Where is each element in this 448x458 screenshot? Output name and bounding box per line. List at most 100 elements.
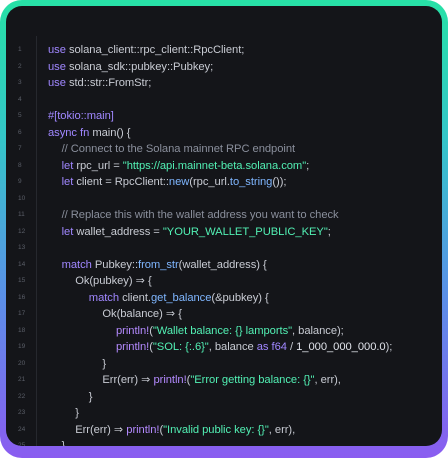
code-token: , balance); — [292, 324, 344, 337]
code-block: 1 use solana_client::rpc_client::RpcClien… — [6, 42, 442, 446]
code-token: (wallet_address) { — [178, 258, 267, 271]
code-line: 6 async fn main() { — [6, 125, 442, 142]
line-number: 1 — [18, 46, 22, 53]
code-text: match client.get_balance(&pubkey) { — [89, 290, 269, 307]
line-number: 22 — [18, 392, 26, 400]
code-token: Ok(pubkey) ⇒ { — [75, 275, 152, 287]
code-token: client. — [122, 291, 151, 304]
code-token: match — [61, 258, 95, 271]
line-number: 5 — [18, 112, 22, 119]
line-number: 2 — [18, 62, 22, 70]
code-token: } — [75, 407, 79, 419]
code-token: "Invalid public key: {}" — [163, 423, 269, 436]
code-token: get_balance — [150, 291, 212, 304]
code-text: Err(err) ⇒ println!("Invalid public key:… — [75, 422, 295, 439]
code-text: Err(err) ⇒ println!("Error getting balan… — [102, 372, 341, 389]
code-token: new — [168, 176, 190, 188]
line-number: 11 — [18, 211, 25, 218]
code-line: 23} — [6, 405, 442, 422]
line-number: 24 — [18, 425, 26, 433]
code-token: 1_000_000_000.0 — [296, 341, 386, 353]
code-token: / — [286, 341, 297, 353]
line-number: 12 — [18, 227, 26, 235]
code-line: 18 println!("Wallet balance: {} lamports"… — [6, 323, 442, 340]
code-token: , err), — [314, 374, 341, 386]
code-token: ; — [327, 225, 331, 238]
code-token: solana_client::rpc_client::RpcClient; — [68, 44, 245, 56]
code-token: , balance — [208, 341, 257, 353]
code-editor-panel: 1 use solana_client::rpc_client::RpcClien… — [6, 6, 442, 446]
code-line: 25} — [6, 438, 442, 446]
line-number: 20 — [18, 359, 26, 367]
line-number: 9 — [18, 178, 22, 185]
line-number: 17 — [18, 310, 26, 317]
code-token: "Wallet balance: {} lamports" — [152, 324, 293, 337]
code-token: #[tokio::main] — [48, 110, 114, 122]
code-token: use — [48, 77, 69, 89]
code-token: from_str — [138, 258, 179, 271]
code-token: println! — [116, 324, 150, 337]
code-token: println! — [153, 374, 187, 386]
code-token: "https://api.mainnet-beta.solana.com" — [122, 159, 307, 172]
code-line: 7 // Connect to the Solana mainnet RPC en… — [6, 141, 442, 158]
code-token: let — [61, 176, 77, 188]
code-token: wallet_address = — [76, 225, 163, 238]
code-line: 21 Err(err) ⇒ println!("Error getting bal… — [6, 372, 442, 389]
code-text: let rpc_url = "https://api.mainnet-beta.… — [62, 158, 310, 175]
code-token: (rpc_url. — [189, 176, 230, 188]
code-token: let — [61, 225, 77, 238]
code-line: 1 use solana_client::rpc_client::RpcClien… — [6, 42, 442, 59]
code-line: 12 let wallet_address = "YOUR_WALLET_PUBL… — [6, 224, 442, 241]
line-number: 3 — [18, 79, 22, 86]
code-token: to_string — [229, 176, 273, 188]
code-text: match Pubkey::from_str(wallet_address) { — [62, 257, 267, 274]
line-number: 8 — [18, 161, 22, 169]
code-text: use std::str::FromStr; — [48, 75, 151, 92]
code-line: 19 println!("SOL: {:.6}", balance as f64 … — [6, 339, 442, 356]
code-line: 20} — [6, 356, 442, 373]
line-number: 13 — [18, 244, 26, 251]
code-token: // Connect to the Solana mainnet RPC end… — [61, 143, 296, 155]
line-number: 4 — [18, 95, 22, 103]
gradient-frame: 1 use solana_client::rpc_client::RpcClien… — [0, 0, 448, 458]
line-number: 14 — [18, 260, 26, 268]
code-token: (&pubkey) { — [211, 291, 269, 304]
code-text: Ok(balance) ⇒ { — [102, 306, 182, 323]
code-text: async fn main() { — [48, 125, 131, 142]
code-token: } — [88, 390, 93, 403]
code-text: let client = RpcClient::new(rpc_url.to_s… — [62, 174, 287, 191]
code-token: async fn — [48, 126, 93, 139]
code-token: as — [256, 341, 272, 353]
code-text: #[tokio::main] — [48, 108, 114, 125]
code-token: Ok(balance) ⇒ { — [102, 308, 182, 320]
code-line: 14 match Pubkey::from_str(wallet_address)… — [6, 257, 442, 274]
code-token: ()); — [272, 176, 287, 188]
line-number: 18 — [18, 326, 26, 334]
line-number: 15 — [18, 277, 26, 284]
code-line: 16 match client.get_balance(&pubkey) { — [6, 290, 442, 307]
code-token: main() { — [92, 126, 131, 139]
code-token: ); — [385, 341, 393, 353]
code-token: std::str::FromStr; — [68, 77, 152, 89]
code-token: , err), — [268, 423, 296, 436]
code-token: Err(err) ⇒ — [75, 423, 127, 436]
code-line: 2 use solana_sdk::pubkey::Pubkey; — [6, 59, 442, 76]
code-token: f64 — [271, 341, 287, 353]
line-number: 19 — [18, 343, 26, 350]
code-line: 10 — [6, 191, 442, 208]
code-text: let wallet_address = "YOUR_WALLET_PUBLIC… — [62, 224, 331, 241]
code-text: use solana_client::rpc_client::RpcClient… — [48, 42, 244, 59]
code-text: // Replace this with the wallet address … — [62, 207, 339, 224]
code-text: } — [62, 438, 66, 446]
code-token: match — [88, 291, 123, 304]
code-text: } — [89, 389, 93, 406]
code-text: use solana_sdk::pubkey::Pubkey; — [48, 59, 213, 76]
code-text: println!("Wallet balance: {} lamports", … — [116, 323, 344, 340]
code-line: 22} — [6, 389, 442, 406]
code-text: } — [75, 405, 79, 422]
code-token: ; — [306, 159, 310, 172]
code-token: "YOUR_WALLET_PUBLIC_KEY" — [162, 225, 328, 238]
line-number: 21 — [18, 376, 26, 383]
code-line: 4 — [6, 92, 442, 109]
code-text: // Connect to the Solana mainnet RPC end… — [61, 141, 296, 158]
